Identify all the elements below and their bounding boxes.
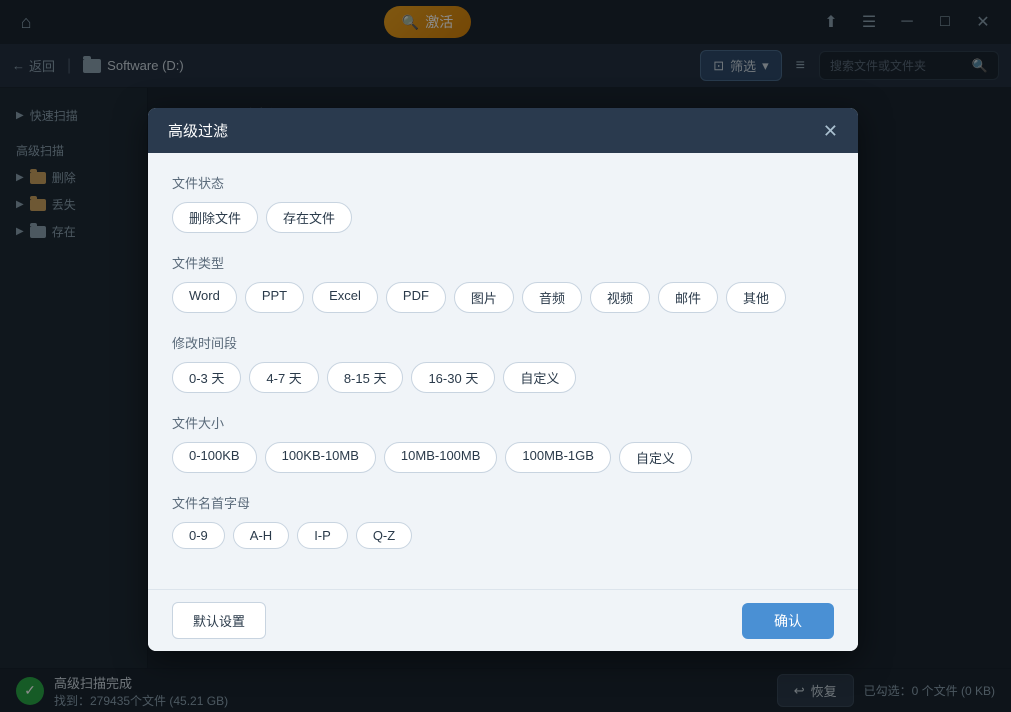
tag-10mb-100mb[interactable]: 10MB-100MB xyxy=(384,442,497,473)
tag-0-9[interactable]: 0-9 xyxy=(172,522,225,549)
filename-letter-label: 文件名首字母 xyxy=(172,493,834,512)
tag-8-15days[interactable]: 8-15 天 xyxy=(327,362,404,393)
tag-pdf[interactable]: PDF xyxy=(386,282,446,313)
tag-0-3days[interactable]: 0-3 天 xyxy=(172,362,241,393)
dialog-header: 高级过滤 ✕ xyxy=(148,108,858,153)
tag-16-30days[interactable]: 16-30 天 xyxy=(411,362,495,393)
dialog-close-button[interactable]: ✕ xyxy=(823,122,838,140)
tag-q-z[interactable]: Q-Z xyxy=(356,522,412,549)
file-type-label: 文件类型 xyxy=(172,253,834,272)
tag-video[interactable]: 视频 xyxy=(590,282,650,313)
file-status-section: 文件状态 删除文件 存在文件 xyxy=(172,173,834,233)
tag-ppt[interactable]: PPT xyxy=(245,282,304,313)
tag-100kb-10mb[interactable]: 100KB-10MB xyxy=(265,442,376,473)
file-type-tags: Word PPT Excel PDF 图片 音频 视频 邮件 其他 xyxy=(172,282,834,313)
advanced-filter-dialog: 高级过滤 ✕ 文件状态 删除文件 存在文件 文件类型 Word PPT Exce… xyxy=(148,108,858,651)
tag-custom-size[interactable]: 自定义 xyxy=(619,442,692,473)
filename-letter-section: 文件名首字母 0-9 A-H I-P Q-Z xyxy=(172,493,834,549)
file-size-section: 文件大小 0-100KB 100KB-10MB 10MB-100MB 100MB… xyxy=(172,413,834,473)
dialog-footer: 默认设置 确认 xyxy=(148,589,858,651)
tag-existing-file[interactable]: 存在文件 xyxy=(266,202,352,233)
tag-deleted-file[interactable]: 删除文件 xyxy=(172,202,258,233)
dialog-body: 文件状态 删除文件 存在文件 文件类型 Word PPT Excel PDF 图… xyxy=(148,153,858,589)
file-status-label: 文件状态 xyxy=(172,173,834,192)
tag-email[interactable]: 邮件 xyxy=(658,282,718,313)
tag-4-7days[interactable]: 4-7 天 xyxy=(249,362,318,393)
modify-time-tags: 0-3 天 4-7 天 8-15 天 16-30 天 自定义 xyxy=(172,362,834,393)
file-size-tags: 0-100KB 100KB-10MB 10MB-100MB 100MB-1GB … xyxy=(172,442,834,473)
tag-image[interactable]: 图片 xyxy=(454,282,514,313)
tag-audio[interactable]: 音频 xyxy=(522,282,582,313)
tag-i-p[interactable]: I-P xyxy=(297,522,348,549)
tag-0-100kb[interactable]: 0-100KB xyxy=(172,442,257,473)
tag-a-h[interactable]: A-H xyxy=(233,522,289,549)
filename-letter-tags: 0-9 A-H I-P Q-Z xyxy=(172,522,834,549)
dialog-title: 高级过滤 xyxy=(168,120,228,141)
tag-100mb-1gb[interactable]: 100MB-1GB xyxy=(505,442,611,473)
file-size-label: 文件大小 xyxy=(172,413,834,432)
file-status-tags: 删除文件 存在文件 xyxy=(172,202,834,233)
confirm-button[interactable]: 确认 xyxy=(742,603,834,639)
default-settings-button[interactable]: 默认设置 xyxy=(172,602,266,639)
tag-custom-time[interactable]: 自定义 xyxy=(503,362,576,393)
file-type-section: 文件类型 Word PPT Excel PDF 图片 音频 视频 邮件 其他 xyxy=(172,253,834,313)
modify-time-section: 修改时间段 0-3 天 4-7 天 8-15 天 16-30 天 自定义 xyxy=(172,333,834,393)
tag-word[interactable]: Word xyxy=(172,282,237,313)
modify-time-label: 修改时间段 xyxy=(172,333,834,352)
tag-excel[interactable]: Excel xyxy=(312,282,378,313)
tag-other[interactable]: 其他 xyxy=(726,282,786,313)
